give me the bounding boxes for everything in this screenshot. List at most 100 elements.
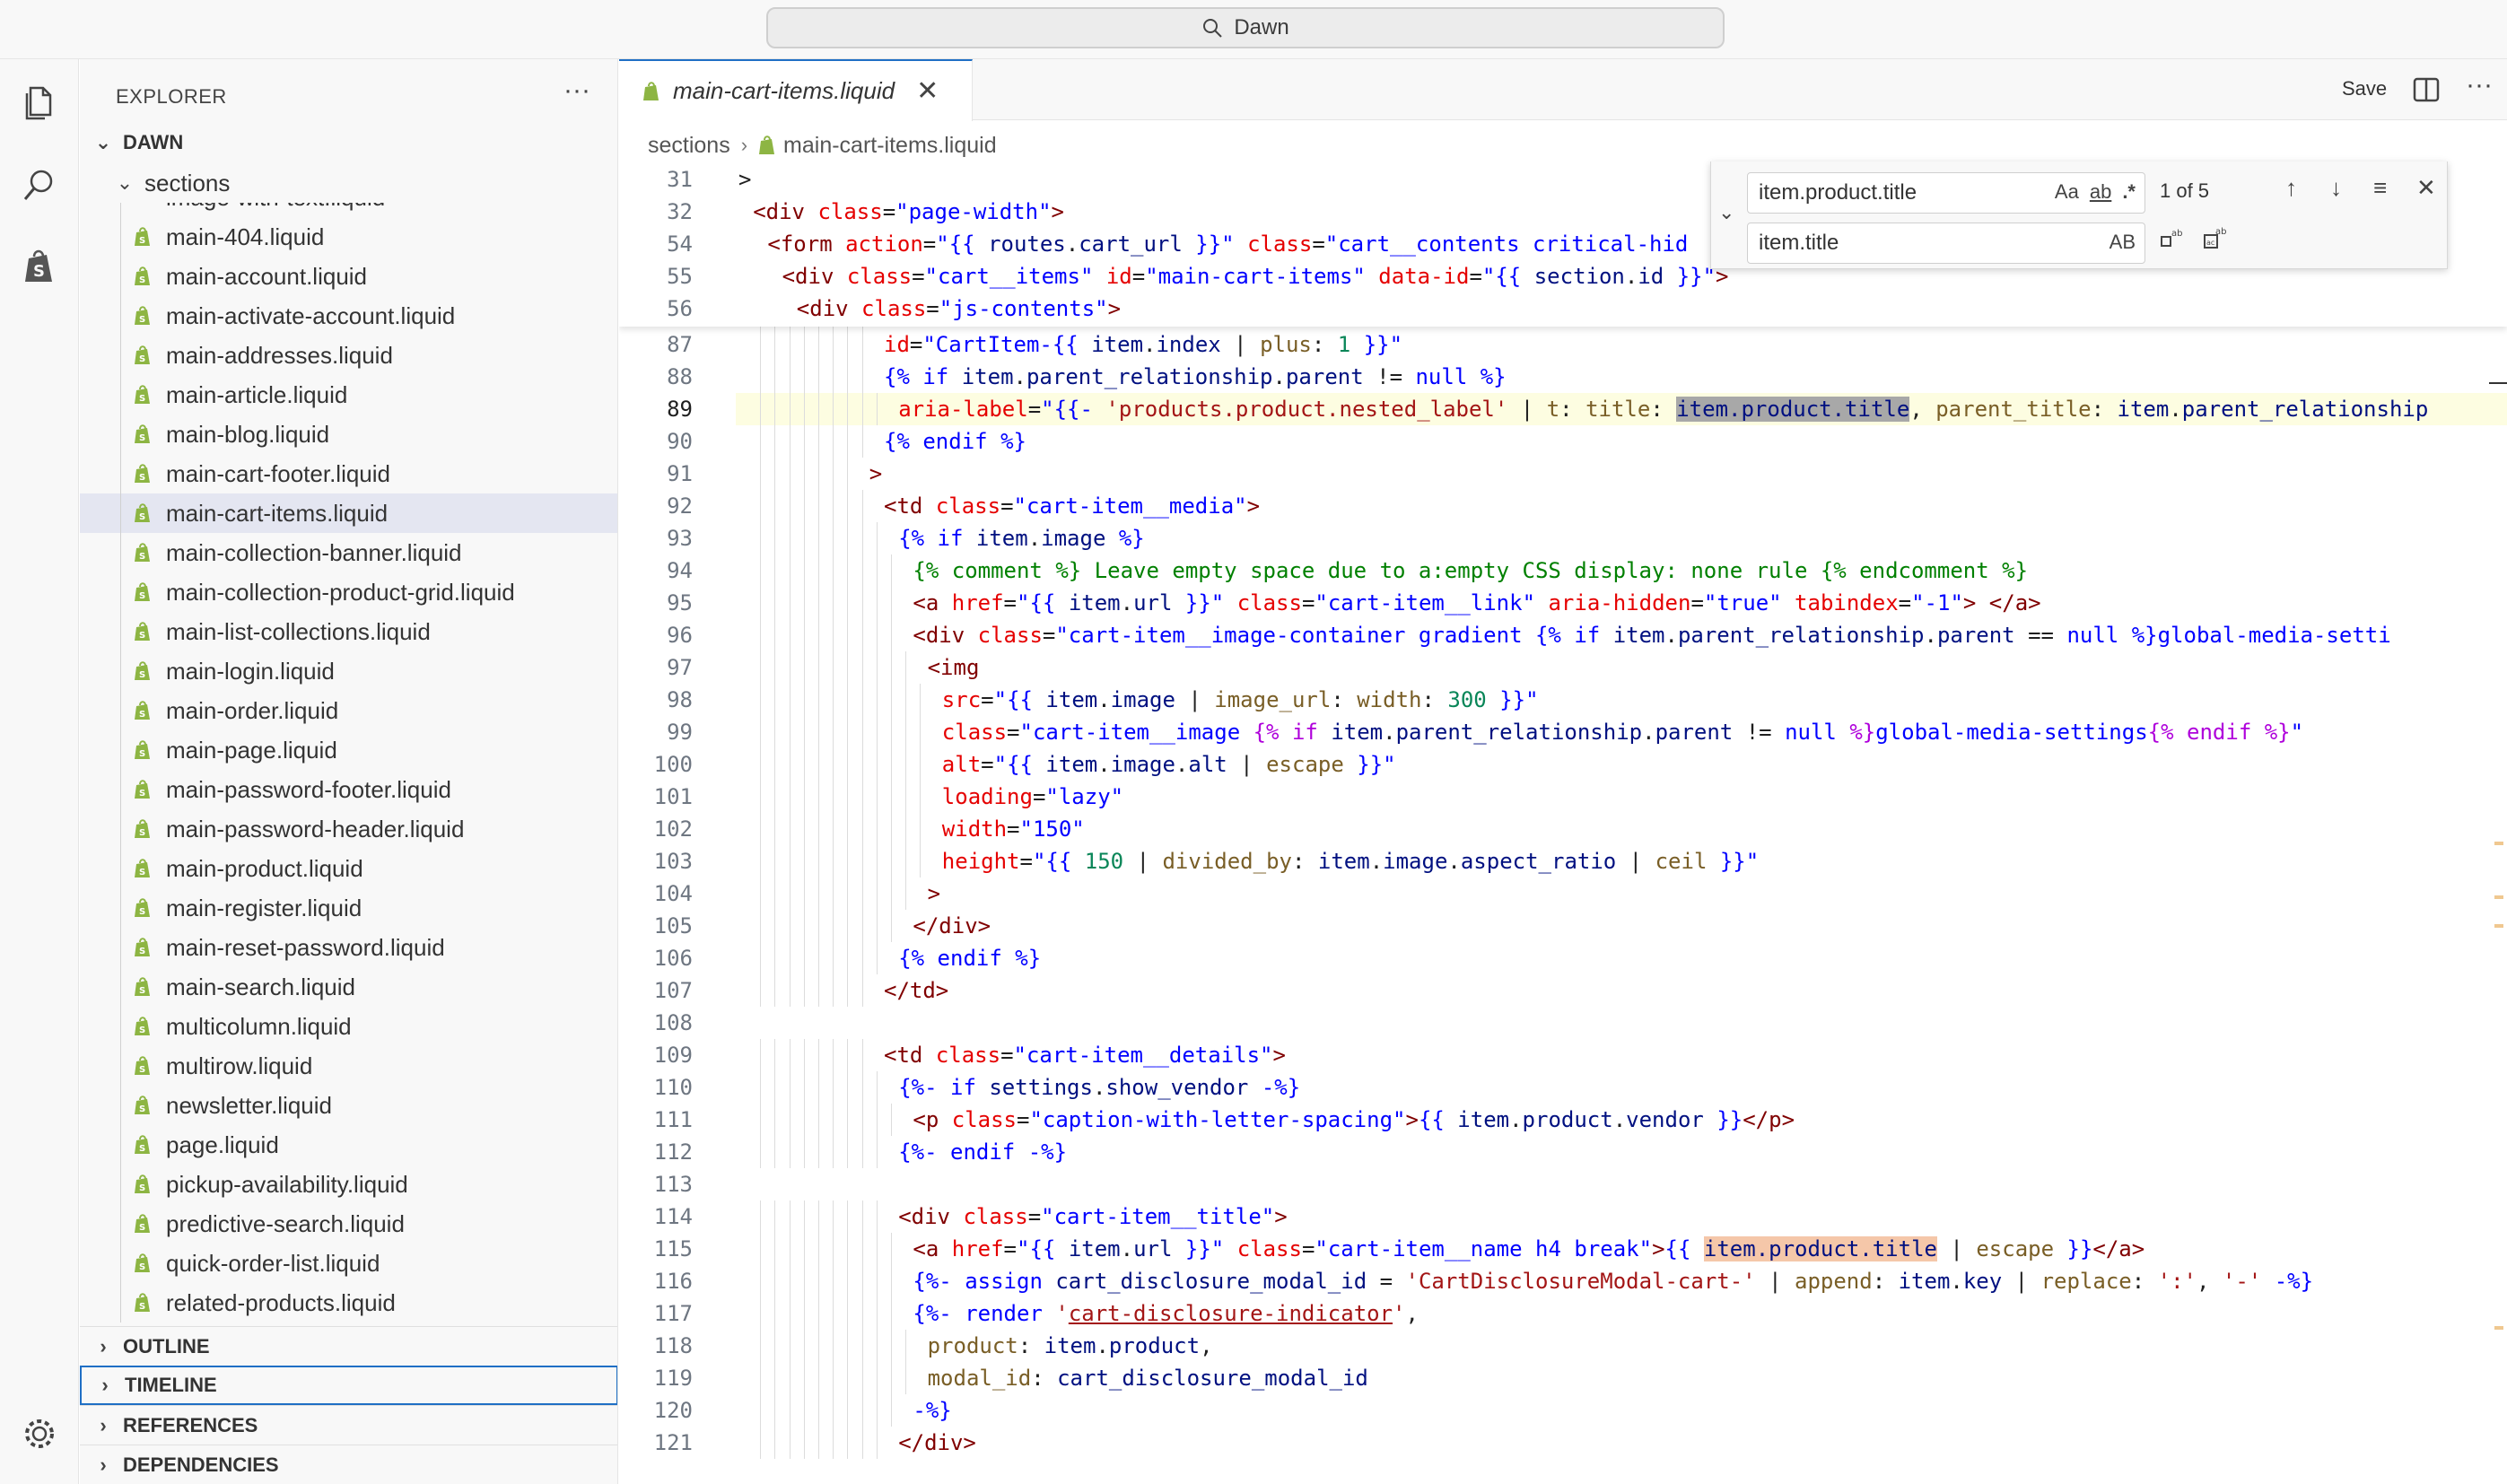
code-line: {% if item.parent_relationship.parent !=… [884, 364, 1507, 389]
file-item[interactable]: Smain-activate-account.liquid [80, 296, 617, 336]
overview-ruler-match [2494, 924, 2503, 928]
file-item[interactable]: Smulticolumn.liquid [80, 1007, 617, 1046]
command-center-search[interactable]: Dawn [766, 7, 1725, 48]
replace-icon[interactable]: ab [2160, 226, 2183, 254]
code-line: <div class="cart-item__title"> [898, 1204, 1288, 1229]
tab-main-cart-items[interactable]: main-cart-items.liquid ✕ [619, 59, 973, 121]
file-item[interactable]: Smain-product.liquid [80, 849, 617, 888]
replace-all-icon[interactable]: ab ac [2203, 226, 2230, 254]
file-item[interactable]: Smain-addresses.liquid [80, 336, 617, 375]
file-item[interactable]: Smain-account.liquid [80, 257, 617, 296]
close-icon[interactable]: ✕ [916, 75, 939, 107]
chevron-down-icon: ⌄ [116, 171, 134, 194]
gear-icon[interactable] [18, 1412, 61, 1455]
code-line: {%- render 'cart-disclosure-indicator', [913, 1301, 1419, 1326]
match-case-toggle[interactable]: Aa [2055, 180, 2079, 204]
file-item[interactable]: Smultirow.liquid [80, 1046, 617, 1086]
file-item[interactable]: Smain-collection-banner.liquid [80, 533, 617, 572]
find-input[interactable]: item.product.title Aa ab .* [1747, 172, 2145, 214]
files-icon[interactable] [18, 81, 61, 124]
replace-input[interactable]: item.title AB [1747, 223, 2145, 264]
breadcrumb-file[interactable]: main-cart-items.liquid [783, 133, 997, 159]
overview-ruler-match [2494, 842, 2503, 845]
shopify-icon[interactable]: S [18, 244, 61, 287]
search-icon[interactable] [18, 163, 61, 206]
shopify-file-icon [759, 135, 775, 154]
line-number: 104 [653, 881, 693, 906]
arrow-up-icon[interactable]: ↑ [2285, 174, 2297, 202]
file-item[interactable]: Smain-register.liquid [80, 888, 617, 928]
file-item[interactable]: Smain-list-collections.liquid [80, 612, 617, 651]
line-number: 95 [667, 590, 693, 615]
file-item-partial[interactable]: image-with-text.liquid [80, 203, 617, 217]
match-whole-word-toggle[interactable]: ab [2090, 180, 2111, 204]
file-item[interactable]: Smain-password-header.liquid [80, 809, 617, 849]
explorer-more-icon[interactable]: ··· [563, 75, 590, 106]
line-number: 115 [653, 1236, 693, 1261]
split-editor-icon[interactable] [2412, 75, 2441, 109]
file-item[interactable]: Spickup-availability.liquid [80, 1165, 617, 1204]
sidebar-section-dependencies[interactable]: › DEPENDENCIES [80, 1445, 617, 1484]
workspace-root-folder[interactable]: ⌄ DAWN [80, 124, 617, 161]
file-label: main-collection-banner.liquid [166, 538, 462, 566]
svg-text:S: S [139, 1026, 145, 1035]
file-label: main-activate-account.liquid [166, 301, 456, 329]
svg-text:S: S [139, 1262, 145, 1272]
code-line: loading="lazy" [941, 784, 1124, 809]
file-item[interactable]: Smain-reset-password.liquid [80, 928, 617, 967]
file-label: main-article.liquid [166, 380, 348, 408]
file-item[interactable]: Smain-search.liquid [80, 967, 617, 1007]
line-number: 54 [667, 231, 693, 257]
file-item[interactable]: Smain-404.liquid [80, 217, 617, 257]
use-regex-toggle[interactable]: .* [2122, 180, 2136, 204]
shopify-file-icon: S [125, 897, 161, 919]
file-item[interactable]: Smain-blog.liquid [80, 415, 617, 454]
chevron-right-icon: › [100, 1413, 107, 1436]
file-item[interactable]: Smain-cart-items.liquid [80, 493, 617, 533]
file-item[interactable]: Smain-cart-footer.liquid [80, 454, 617, 493]
preserve-case-toggle[interactable]: AB [2110, 231, 2136, 254]
file-item[interactable]: Smain-login.liquid [80, 651, 617, 691]
line-number: 112 [653, 1139, 693, 1165]
file-item[interactable]: Snewsletter.liquid [80, 1086, 617, 1125]
file-item[interactable]: Smain-password-footer.liquid [80, 770, 617, 809]
folder-sections[interactable]: ⌄ sections [80, 163, 617, 203]
find-in-selection-icon[interactable]: ≡ [2373, 174, 2387, 202]
sidebar-section-references[interactable]: › REFERENCES [80, 1405, 617, 1445]
file-item[interactable]: Smain-article.liquid [80, 375, 617, 415]
breadcrumb: sections › main-cart-items.liquid [648, 127, 997, 163]
line-number: 108 [653, 1010, 693, 1035]
line-number: 120 [653, 1398, 693, 1423]
sidebar-section-timeline[interactable]: › TIMELINE [80, 1366, 617, 1405]
activity-bar: S [0, 59, 79, 1484]
file-item[interactable]: Squick-order-list.liquid [80, 1244, 617, 1283]
code-line: width="150" [941, 816, 1085, 842]
svg-text:ac: ac [2206, 239, 2214, 247]
file-label: main-404.liquid [166, 223, 325, 250]
arrow-down-icon[interactable]: ↓ [2330, 174, 2342, 202]
file-item[interactable]: Srelated-products.liquid [80, 1283, 617, 1323]
sidebar-section-outline[interactable]: › OUTLINE [80, 1326, 617, 1366]
code-line: product: item.product, [927, 1333, 1213, 1358]
file-item[interactable]: Spage.liquid [80, 1125, 617, 1165]
file-item[interactable]: Smain-order.liquid [80, 691, 617, 730]
file-label: main-addresses.liquid [166, 341, 393, 369]
section-label: DEPENDENCIES [123, 1453, 279, 1476]
line-number: 98 [667, 687, 693, 712]
file-item[interactable]: Smain-page.liquid [80, 730, 617, 770]
close-icon[interactable]: ✕ [2416, 174, 2436, 202]
chevron-down-icon[interactable]: ⌄ [1718, 201, 1734, 224]
file-item[interactable]: Smain-collection-product-grid.liquid [80, 572, 617, 612]
editor-more-icon[interactable]: ··· [2466, 70, 2493, 100]
file-item[interactable]: Spredictive-search.liquid [80, 1204, 617, 1244]
save-button[interactable]: Save [2342, 77, 2387, 100]
file-label: main-list-collections.liquid [166, 617, 431, 645]
svg-text:S: S [139, 354, 145, 364]
breadcrumb-folder[interactable]: sections [648, 133, 730, 159]
code-editor[interactable]: 86class="cart-item {% if item.parent_rel… [619, 163, 2507, 1484]
file-label: main-page.liquid [166, 736, 337, 764]
line-number: 87 [667, 332, 693, 357]
chevron-right-icon: › [740, 134, 748, 156]
line-number: 31 [667, 167, 693, 192]
line-number: 103 [653, 849, 693, 874]
